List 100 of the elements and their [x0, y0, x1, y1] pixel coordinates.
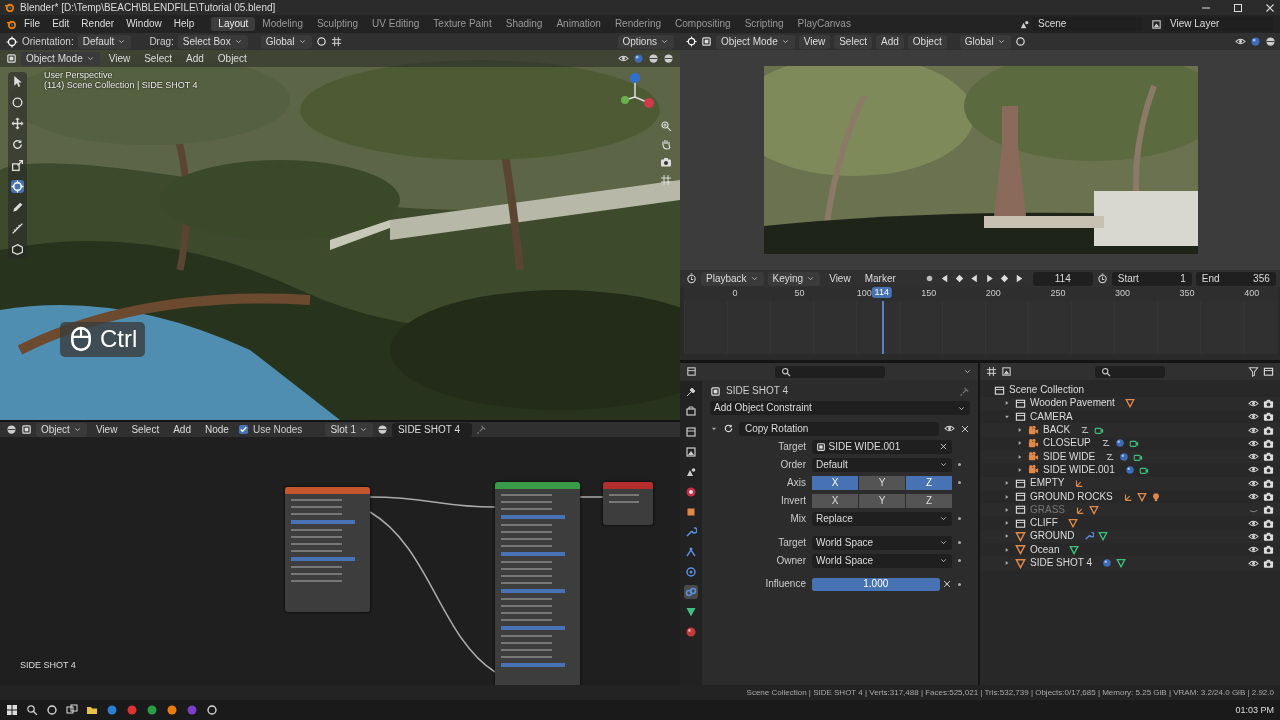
scene-field[interactable]: Scene	[1032, 17, 1142, 31]
workspace-tab[interactable]: UV Editing	[365, 17, 427, 31]
workspace-tab[interactable]: Sculpting	[309, 17, 366, 31]
workspace-tab[interactable]: Compositing	[668, 17, 738, 31]
rotate-icon[interactable]	[11, 138, 24, 151]
render-icon[interactable]	[1263, 424, 1274, 436]
new-collection-icon[interactable]	[1263, 366, 1274, 377]
menu-item[interactable]: Edit	[47, 17, 75, 31]
render-icon[interactable]	[1263, 491, 1274, 502]
close-icon[interactable]	[1264, 1, 1276, 14]
node-header[interactable]	[603, 482, 653, 489]
outliner-item[interactable]: CLIFF	[1030, 517, 1058, 530]
menu-item[interactable]: View	[103, 51, 136, 66]
material-field[interactable]: SIDE SHOT 4	[391, 422, 472, 437]
object-field[interactable]: SIDE WIDE.001	[812, 439, 952, 454]
end-field[interactable]: End 356	[1195, 271, 1276, 286]
display-mode-icon[interactable]	[986, 366, 997, 377]
property-tab[interactable]	[684, 405, 698, 419]
render-icon[interactable]	[1263, 437, 1274, 449]
property-tab[interactable]	[684, 565, 698, 579]
checkbox[interactable]	[237, 424, 249, 435]
editor-type-icon[interactable]	[686, 273, 697, 284]
outliner-item[interactable]: Scene Collection	[1009, 384, 1085, 397]
expand-arrow-icon[interactable]	[1003, 559, 1011, 567]
workspace-tab[interactable]: Layout	[211, 17, 256, 31]
snap-icon[interactable]	[1014, 36, 1026, 47]
editor-type-icon[interactable]	[686, 366, 697, 377]
node-drawing[interactable]	[285, 487, 370, 612]
workspace-tab[interactable]: Texture Paint	[426, 17, 499, 31]
menu-item[interactable]: Node	[200, 422, 234, 437]
render-icon[interactable]	[1263, 451, 1274, 463]
app-icon[interactable]	[146, 704, 158, 716]
mode-icon[interactable]	[701, 36, 712, 47]
search-field[interactable]	[775, 365, 885, 378]
dropdown[interactable]: Replace	[812, 511, 952, 526]
menu-item[interactable]: Window	[121, 17, 167, 31]
camera-icon[interactable]	[660, 156, 672, 168]
menu-item[interactable]: Add	[181, 51, 209, 66]
outliner-item[interactable]: CLOSEUP	[1043, 437, 1091, 450]
scale-icon[interactable]	[11, 159, 24, 172]
node-header[interactable]	[285, 487, 370, 494]
menu-item[interactable]: View	[824, 271, 856, 286]
snap-icon[interactable]	[315, 36, 327, 47]
keyframe-dot[interactable]	[958, 559, 961, 562]
filter-mode-icon[interactable]	[1001, 366, 1012, 377]
delete-icon[interactable]	[960, 423, 970, 434]
filter-icon[interactable]	[1248, 366, 1259, 377]
render-icon[interactable]	[1263, 530, 1274, 542]
constraint-name-field[interactable]: Copy Rotation	[739, 421, 939, 436]
annotate-icon[interactable]	[11, 201, 24, 214]
render-icon[interactable]	[1263, 544, 1274, 556]
property-tab[interactable]	[684, 605, 698, 619]
blender-logo-icon[interactable]	[6, 18, 17, 30]
workspace-tab[interactable]: Rendering	[607, 17, 669, 31]
menu-item[interactable]: Help	[168, 17, 200, 31]
task-view-icon[interactable]	[66, 704, 78, 716]
menu-item[interactable]: View	[798, 34, 831, 49]
menu-item[interactable]: Render	[76, 17, 120, 31]
outliner-item[interactable]: SIDE WIDE	[1043, 450, 1096, 463]
drag-dropdown[interactable]: Select Box	[177, 34, 248, 49]
caret-icon[interactable]	[963, 367, 972, 376]
pin-icon[interactable]	[959, 385, 970, 397]
measure-icon[interactable]	[11, 222, 24, 235]
node-drawing[interactable]	[603, 482, 653, 525]
start-field[interactable]: Start 1	[1111, 271, 1192, 286]
play-reverse-icon[interactable]	[968, 273, 980, 284]
workspace-tab[interactable]: PlayCanvas	[790, 17, 858, 31]
outliner-item[interactable]: GROUND ROCKS	[1030, 490, 1113, 503]
property-tab[interactable]	[684, 545, 698, 559]
menu-item[interactable]: Select	[126, 422, 165, 437]
add-cube-icon[interactable]	[11, 243, 24, 256]
workspace-tab[interactable]: Shading	[498, 17, 550, 31]
visibility-icon[interactable]	[1234, 36, 1246, 47]
view-layer-field[interactable]: View Layer	[1164, 17, 1274, 31]
menu-item[interactable]: Object	[212, 51, 252, 66]
windows-icon[interactable]	[6, 704, 18, 716]
orientation-dropdown[interactable]: Default	[77, 34, 132, 49]
material-icon[interactable]	[376, 424, 388, 435]
transform-dropdown[interactable]: Global	[959, 34, 1011, 49]
visibility-icon[interactable]	[618, 53, 629, 64]
property-tab[interactable]	[684, 445, 698, 459]
eye-icon[interactable]	[1248, 491, 1259, 502]
render-icon[interactable]	[1263, 504, 1274, 516]
toggle-button[interactable]: X	[812, 493, 858, 508]
grid-icon[interactable]	[330, 36, 342, 47]
keyframe-dot[interactable]	[958, 582, 961, 586]
cursor-icon[interactable]	[11, 96, 24, 109]
slot-dropdown[interactable]: Slot 1	[325, 422, 373, 437]
playhead[interactable]	[881, 301, 884, 354]
maximize-icon[interactable]	[1232, 1, 1244, 14]
outliner-item[interactable]: GROUND	[1030, 530, 1075, 543]
toggle-button[interactable]: X	[812, 475, 858, 490]
render-icon[interactable]	[1263, 464, 1274, 476]
mode-icon[interactable]	[6, 53, 17, 64]
transform-icon[interactable]	[686, 36, 697, 47]
toggle-button[interactable]: Y	[859, 493, 905, 508]
keyframe-dot[interactable]	[958, 541, 961, 544]
outliner-item[interactable]: EMPTY	[1030, 477, 1065, 490]
select-icon[interactable]	[11, 75, 24, 88]
transform-icon[interactable]	[11, 180, 24, 193]
